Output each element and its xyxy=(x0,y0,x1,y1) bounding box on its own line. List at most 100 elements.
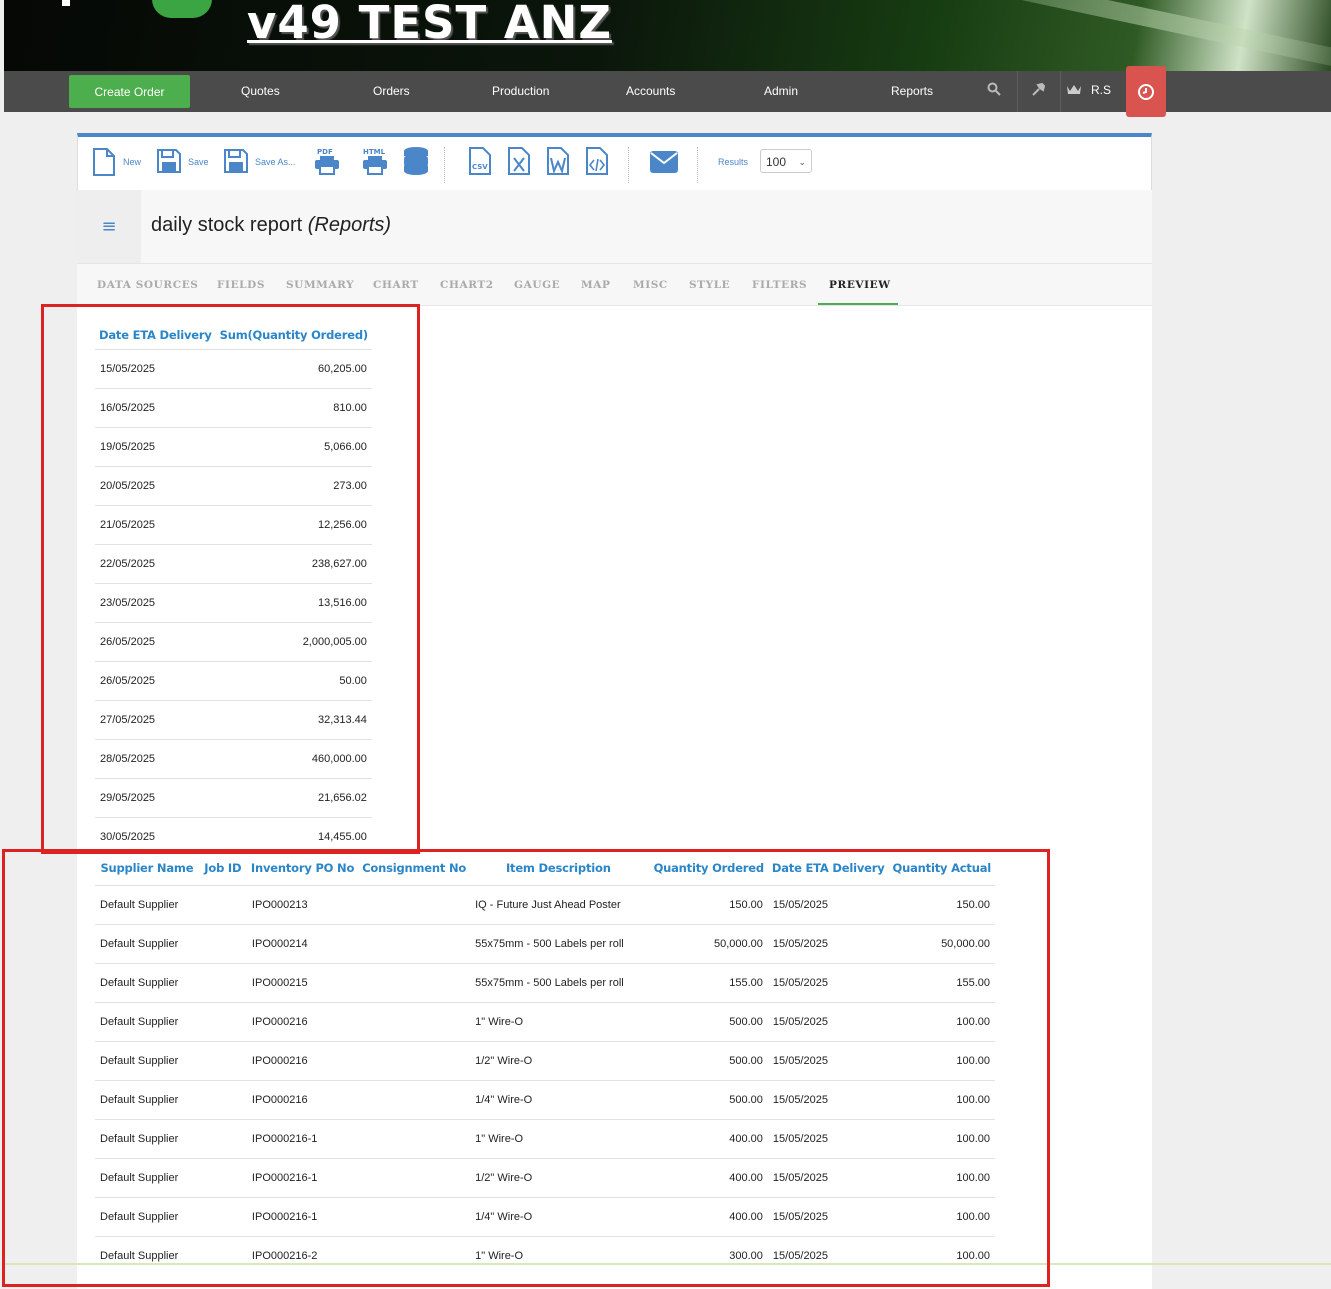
consignment-cell xyxy=(358,1080,471,1120)
save-button[interactable]: Save xyxy=(188,157,209,167)
consignment-cell xyxy=(358,1002,471,1042)
tab-gauge[interactable]: GAUGE xyxy=(514,279,560,291)
eta-date-cell: 15/05/2025 xyxy=(767,1197,889,1237)
quantity-cell: 60,205.00 xyxy=(215,349,372,389)
consignment-cell xyxy=(358,885,471,925)
svg-text:CSV: CSV xyxy=(472,163,488,171)
table-row: Default Supplier IPO000216 1/4" Wire-O 500.… xyxy=(95,1080,995,1120)
table-row: 28/05/2025 460,000.00 xyxy=(95,739,372,779)
report-title: daily stock report (Reports) xyxy=(151,214,391,237)
tab-filters[interactable]: FILTERS xyxy=(752,279,807,291)
email-icon[interactable] xyxy=(650,151,678,177)
table-row: Default Supplier IPO000216-1 1/2" Wire-O 40… xyxy=(95,1158,995,1198)
wrench-icon[interactable] xyxy=(1031,82,1046,101)
tab-misc[interactable]: MISC xyxy=(633,279,668,291)
report-title-bar: ≡ daily stock report (Reports) xyxy=(77,190,1152,264)
date-cell: 26/05/2025 xyxy=(95,661,216,701)
new-file-icon[interactable] xyxy=(92,148,116,180)
nav-item-orders[interactable]: Orders xyxy=(373,84,410,98)
tab-style[interactable]: STYLE xyxy=(689,279,730,291)
supplier-cell: Default Supplier xyxy=(95,924,199,964)
nav-item-reports[interactable]: Reports xyxy=(891,84,933,98)
item-description-cell: 55x75mm - 500 Labels per roll xyxy=(470,963,647,1003)
column-header[interactable]: Supplier Name xyxy=(95,851,199,886)
table-row: 26/05/2025 50.00 xyxy=(95,661,372,701)
job-id-cell xyxy=(198,1002,247,1042)
nav-item-production[interactable]: Production xyxy=(492,84,549,98)
quantity-cell: 12,256.00 xyxy=(215,505,372,545)
column-header[interactable]: Quantity Ordered xyxy=(647,851,768,886)
table-row: 29/05/2025 21,656.02 xyxy=(95,778,372,818)
tab-map[interactable]: MAP xyxy=(581,279,610,291)
html-print-icon[interactable]: HTML xyxy=(361,147,389,179)
date-cell: 15/05/2025 xyxy=(95,349,216,389)
table-header-row: Date ETA Delivery Sum(Quantity Ordered) xyxy=(95,321,372,350)
user-initials[interactable]: R.S xyxy=(1091,83,1111,97)
nav-item-accounts[interactable]: Accounts xyxy=(626,84,675,98)
nav-item-admin[interactable]: Admin xyxy=(764,84,798,98)
table-row: 22/05/2025 238,627.00 xyxy=(95,544,372,584)
quantity-actual-cell: 100.00 xyxy=(888,1041,995,1081)
tab-preview[interactable]: PREVIEW xyxy=(829,279,891,291)
quantity-cell: 13,516.00 xyxy=(215,583,372,623)
tab-summary[interactable]: SUMMARY xyxy=(286,279,354,291)
quantity-cell: 460,000.00 xyxy=(215,739,372,779)
consignment-cell xyxy=(358,1236,471,1275)
detail-table: Supplier Name Job ID Inventory PO No Con… xyxy=(95,851,995,1275)
tab-data-sources[interactable]: DATA SOURCES xyxy=(97,279,198,291)
quantity-actual-cell: 100.00 xyxy=(888,1119,995,1159)
toolbar-separator xyxy=(444,147,445,183)
menu-toggle-button[interactable]: ≡ xyxy=(77,190,141,263)
column-header[interactable]: Item Description xyxy=(470,851,646,886)
pdf-print-icon[interactable]: PDF xyxy=(314,147,340,179)
date-cell: 28/05/2025 xyxy=(95,739,216,779)
tab-fields[interactable]: FIELDS xyxy=(217,279,265,291)
supplier-cell: Default Supplier xyxy=(95,1158,199,1198)
save-icon[interactable] xyxy=(157,149,181,177)
quantity-cell: 273.00 xyxy=(215,466,372,506)
new-button[interactable]: New xyxy=(123,157,141,167)
supplier-cell: Default Supplier xyxy=(95,1119,199,1159)
column-header[interactable]: Sum(Quantity Ordered) xyxy=(216,321,372,350)
table-row: 21/05/2025 12,256.00 xyxy=(95,505,372,545)
item-description-cell: IQ - Future Just Ahead Poster xyxy=(470,885,647,925)
date-cell: 22/05/2025 xyxy=(95,544,216,584)
consignment-cell xyxy=(358,1197,471,1237)
quantity-cell: 2,000,005.00 xyxy=(215,622,372,662)
quantity-ordered-cell: 155.00 xyxy=(646,963,768,1003)
excel-export-icon[interactable] xyxy=(507,147,531,179)
tab-chart2[interactable]: CHART2 xyxy=(440,279,494,291)
table-row: 26/05/2025 2,000,005.00 xyxy=(95,622,372,662)
eta-date-cell: 15/05/2025 xyxy=(767,924,889,964)
create-order-button[interactable]: Create Order xyxy=(69,75,190,108)
column-header[interactable]: Job ID xyxy=(199,851,247,886)
csv-export-icon[interactable]: CSV xyxy=(468,147,492,179)
word-export-icon[interactable] xyxy=(546,147,570,179)
column-header[interactable]: Date ETA Delivery xyxy=(768,851,889,886)
database-icon[interactable] xyxy=(403,146,429,180)
table-row: Default Supplier IPO000216 1/2" Wire-O 500.… xyxy=(95,1041,995,1081)
banner-streak xyxy=(858,0,1331,71)
column-header[interactable]: Date ETA Delivery xyxy=(95,321,216,350)
table-row: Default Supplier IPO000216 1" Wire-O 500.00… xyxy=(95,1002,995,1042)
save-as-button[interactable]: Save As... xyxy=(255,157,296,167)
search-icon[interactable] xyxy=(987,82,1001,100)
clock-button[interactable] xyxy=(1126,66,1166,117)
app-title: v49 TEST ANZ xyxy=(247,0,612,49)
column-header[interactable]: Quantity Actual xyxy=(889,851,995,886)
results-select[interactable]: 100 ⌄ xyxy=(760,149,812,173)
job-id-cell xyxy=(198,924,247,964)
code-export-icon[interactable] xyxy=(585,147,609,179)
column-header[interactable]: Inventory PO No xyxy=(247,851,358,886)
quantity-ordered-cell: 500.00 xyxy=(646,1002,768,1042)
eta-date-cell: 15/05/2025 xyxy=(767,1080,889,1120)
nav-item-quotes[interactable]: Quotes xyxy=(241,84,280,98)
date-cell: 16/05/2025 xyxy=(95,388,216,428)
supplier-cell: Default Supplier xyxy=(95,1041,199,1081)
tab-chart[interactable]: CHART xyxy=(373,279,419,291)
save-as-icon[interactable] xyxy=(224,149,248,177)
table-row: 23/05/2025 13,516.00 xyxy=(95,583,372,623)
supplier-cell: Default Supplier xyxy=(95,1002,199,1042)
item-description-cell: 1/4" Wire-O xyxy=(470,1080,647,1120)
column-header[interactable]: Consignment No xyxy=(358,851,470,886)
